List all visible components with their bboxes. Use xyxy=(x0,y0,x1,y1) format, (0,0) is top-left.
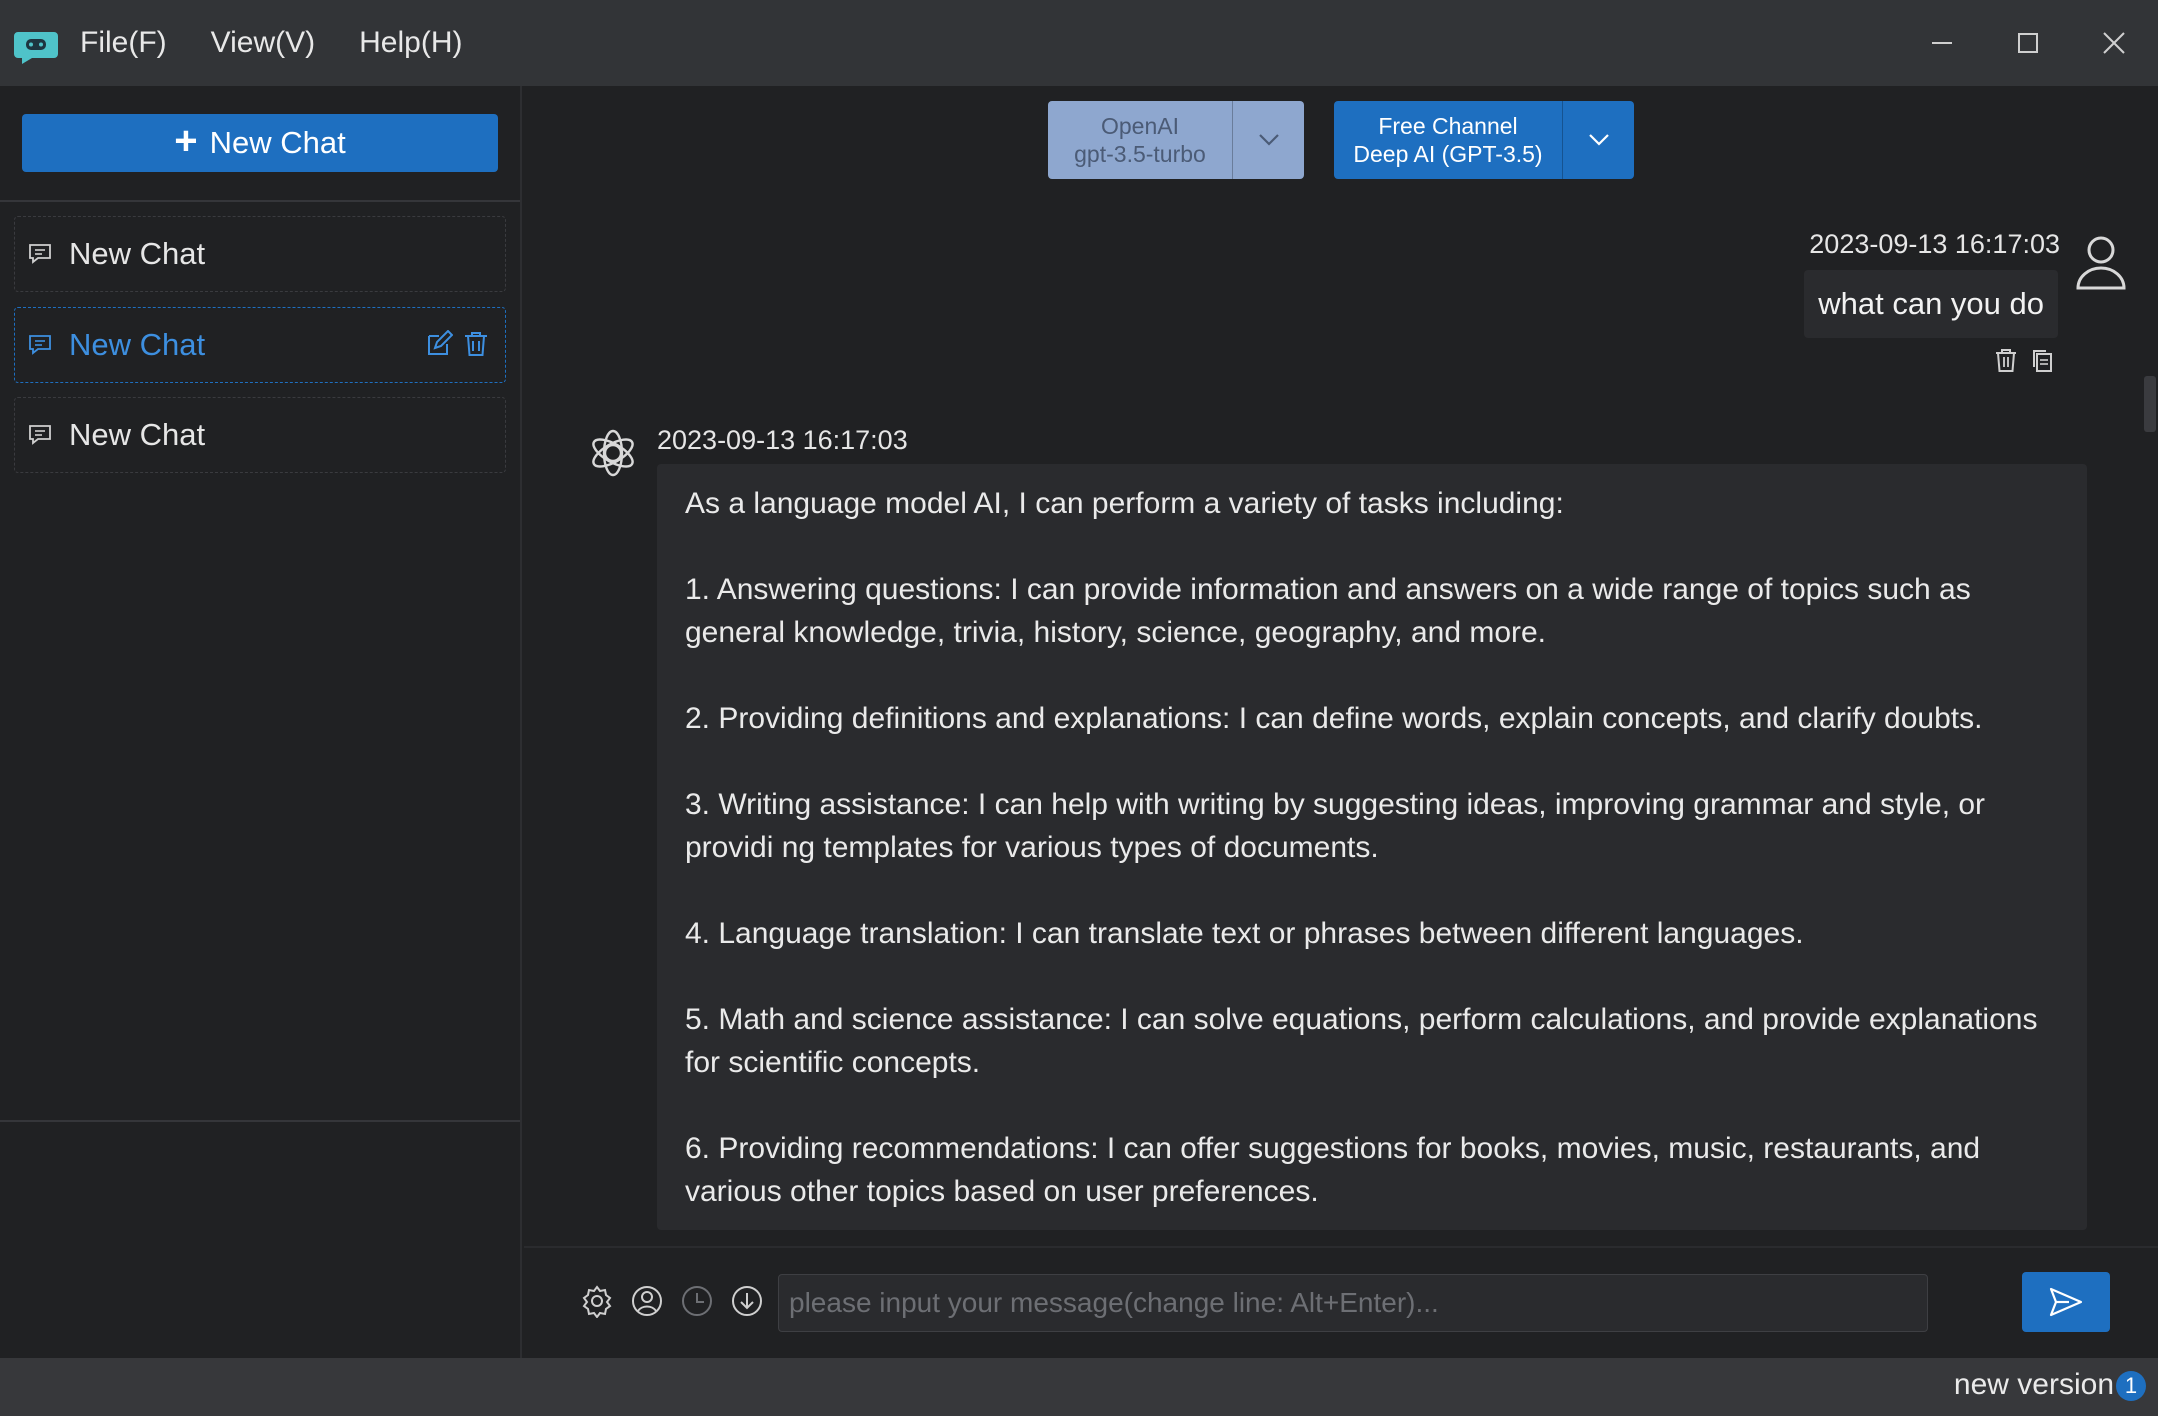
menu-help[interactable]: Help(H) xyxy=(359,26,462,60)
close-icon xyxy=(2103,32,2125,54)
user-message-timestamp: 2023-09-13 16:17:03 xyxy=(1809,229,2060,259)
history-clock-icon[interactable] xyxy=(680,1284,714,1318)
title-bar: File(F) View(V) Help(H) xyxy=(0,0,2158,86)
provider-dropdown-button[interactable] xyxy=(1232,101,1304,179)
channel-dropdown-button[interactable] xyxy=(1562,101,1634,179)
new-chat-button-label: New Chat xyxy=(209,125,346,160)
menu-file[interactable]: File(F) xyxy=(80,26,167,60)
settings-gear-icon[interactable] xyxy=(580,1284,614,1318)
new-version-link[interactable]: new version xyxy=(1954,1368,2114,1402)
message-input[interactable] xyxy=(778,1274,1928,1332)
download-icon[interactable] xyxy=(730,1284,764,1318)
menu-view[interactable]: View(V) xyxy=(211,26,315,60)
chat-scrollbar-thumb[interactable] xyxy=(2144,376,2156,432)
send-icon xyxy=(2049,1287,2083,1317)
user-message-bubble: what can you do xyxy=(1804,270,2058,338)
bot-message-paragraph: 3. Writing assistance: I can help with w… xyxy=(685,788,1986,864)
chat-list-item-label: New Chat xyxy=(69,417,206,452)
app-logo-icon xyxy=(14,32,58,64)
model-name: gpt-3.5-turbo xyxy=(1074,141,1206,167)
bot-message-paragraph: 4. Language translation: I can translate… xyxy=(685,917,1804,950)
chat-bubble-icon xyxy=(29,335,51,355)
chat-list-item[interactable]: New Chat xyxy=(14,216,506,292)
bot-message-paragraph: 1. Answering questions: I can provide in… xyxy=(685,573,1971,649)
provider-selector[interactable]: OpenAI gpt-3.5-turbo xyxy=(1048,101,1304,179)
bot-message-timestamp: 2023-09-13 16:17:03 xyxy=(657,425,908,455)
plus-icon: + xyxy=(174,119,198,163)
channel-model: Deep AI (GPT-3.5) xyxy=(1353,141,1543,167)
provider-name: OpenAI xyxy=(1101,113,1179,139)
user-avatar-icon xyxy=(2076,236,2126,290)
provider-selector-value[interactable]: OpenAI gpt-3.5-turbo xyxy=(1048,101,1232,179)
sidebar-divider xyxy=(0,200,520,202)
chat-list-item-label: New Chat xyxy=(69,327,206,362)
copy-message-icon[interactable] xyxy=(2030,348,2054,374)
chat-bubble-icon xyxy=(29,425,51,445)
chevron-down-icon xyxy=(1588,134,1609,146)
channel-selector[interactable]: Free Channel Deep AI (GPT-3.5) xyxy=(1334,101,1634,179)
close-window-button[interactable] xyxy=(2071,0,2157,86)
new-chat-button[interactable]: + New Chat xyxy=(22,114,498,172)
menu-bar: File(F) View(V) Help(H) xyxy=(80,0,463,86)
chevron-down-icon xyxy=(1258,134,1279,146)
user-message-text: what can you do xyxy=(1818,286,2044,321)
bot-message-paragraph: As a language model AI, I can perform a … xyxy=(685,487,1564,520)
bot-message-paragraph: 6. Providing recommendations: I can offe… xyxy=(685,1132,1981,1208)
status-bar: new version 1 xyxy=(0,1358,2158,1416)
sidebar: + New Chat New Chat New Chat New Chat xyxy=(0,86,522,1358)
chat-list-item-label: New Chat xyxy=(69,236,206,271)
chat-item-actions xyxy=(425,330,489,358)
openai-avatar-icon xyxy=(592,429,634,477)
send-button[interactable] xyxy=(2022,1272,2110,1332)
chat-bubble-icon xyxy=(29,244,51,264)
minimize-button[interactable] xyxy=(1899,0,1985,86)
minimize-icon xyxy=(1932,42,1952,44)
maximize-button[interactable] xyxy=(1985,0,2071,86)
chat-list-item[interactable]: New Chat xyxy=(14,397,506,473)
trash-icon[interactable] xyxy=(463,330,489,358)
user-circle-icon[interactable] xyxy=(630,1284,664,1318)
bot-message-paragraph: 5. Math and science assistance: I can so… xyxy=(685,1003,2038,1079)
maximize-icon xyxy=(2018,33,2038,53)
channel-name: Free Channel xyxy=(1378,113,1518,139)
bot-message-bubble: As a language model AI, I can perform a … xyxy=(657,464,2087,1230)
bot-message-paragraph: 2. Providing definitions and explanation… xyxy=(685,702,1983,735)
delete-message-icon[interactable] xyxy=(1994,348,2018,374)
channel-selector-value[interactable]: Free Channel Deep AI (GPT-3.5) xyxy=(1334,101,1562,179)
sidebar-bottom-divider xyxy=(0,1120,520,1122)
edit-icon[interactable] xyxy=(425,330,453,358)
chat-main: OpenAI gpt-3.5-turbo Free Channel Deep A… xyxy=(524,86,2158,1358)
version-count-badge: 1 xyxy=(2116,1371,2146,1401)
user-message-actions xyxy=(1994,348,2054,374)
input-divider xyxy=(524,1246,2158,1248)
chat-list-item-active[interactable]: New Chat xyxy=(14,307,506,383)
